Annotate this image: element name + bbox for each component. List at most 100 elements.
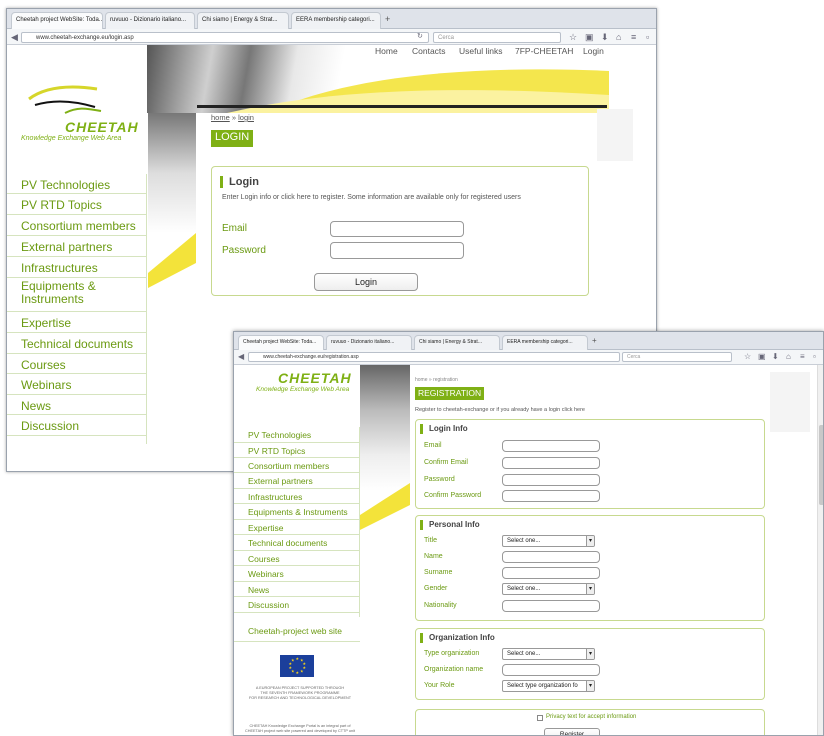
breadcrumb-current[interactable]: login — [238, 113, 254, 122]
browser-tab[interactable]: EERA membership categori... — [502, 335, 588, 350]
login-box-title: Login — [220, 176, 259, 188]
library-icon[interactable]: ▣ — [585, 32, 594, 42]
sidebar-item-pv-rtd-topics[interactable]: PV RTD Topics — [7, 194, 147, 215]
sidebar-item-pv-technologies[interactable]: PV Technologies — [7, 174, 147, 194]
gender-select[interactable]: Select one... — [502, 583, 595, 595]
topnav-contacts[interactable]: Contacts — [412, 46, 446, 56]
email-input[interactable] — [330, 221, 464, 237]
email-input[interactable] — [502, 440, 600, 452]
home-icon[interactable]: ⌂ — [616, 32, 621, 42]
back-icon[interactable]: ◀ — [11, 32, 18, 42]
new-tab-icon[interactable]: + — [385, 14, 390, 24]
confirm-email-input[interactable] — [502, 457, 600, 469]
sidebar-item-technical-documents[interactable]: Technical documents — [234, 535, 360, 551]
topnav-login[interactable]: Login — [583, 46, 604, 56]
sidebar-item-equipments[interactable]: Equipments & Instruments — [234, 504, 360, 520]
browser-tab[interactable]: ruvuuo - Dizionario italiano... — [326, 335, 412, 350]
sidebar-item-consortium-members[interactable]: Consortium members — [7, 215, 147, 236]
url-bar[interactable]: www.cheetah-exchange.eu/registration.asp — [248, 352, 620, 362]
sidebar-item-news[interactable]: News — [7, 395, 147, 415]
registration-browser-window: Cheetah project WebSite: Toda... ruvuuo … — [233, 331, 824, 736]
organization-name-label: Organization name — [424, 666, 484, 673]
sidebar-item-technical-documents[interactable]: Technical documents — [7, 333, 147, 354]
sidebar-item-expertise[interactable]: Expertise — [234, 520, 360, 535]
extension-icon[interactable]: ▫ — [813, 352, 816, 362]
sidebar-item-infrastructures[interactable]: Infrastructures — [7, 257, 147, 278]
personal-info-title: Personal Info — [420, 520, 480, 530]
password-input[interactable] — [330, 242, 464, 259]
breadcrumb-home-link[interactable]: home — [211, 113, 230, 122]
confirm-email-label: Confirm Email — [424, 459, 468, 466]
topnav-home[interactable]: Home — [375, 46, 398, 56]
browser-tab[interactable]: Cheetah project WebSite: Toda... — [238, 335, 324, 350]
privacy-checkbox[interactable] — [537, 715, 543, 721]
logo-subtitle: Knowledge Exchange Web Area — [256, 386, 350, 393]
organization-name-input[interactable] — [502, 664, 600, 676]
sidebar-item-equipments[interactable]: Equipments & Instruments — [7, 278, 147, 312]
scrollbar[interactable] — [817, 365, 823, 735]
login-info-title: Login Info — [420, 424, 468, 434]
scrollbar-thumb[interactable] — [819, 425, 823, 505]
sidebar-item-expertise[interactable]: Expertise — [7, 312, 147, 333]
gray-panel — [597, 109, 633, 161]
library-icon[interactable]: ▣ — [758, 352, 766, 362]
name-input[interactable] — [502, 551, 600, 563]
star-icon[interactable]: ☆ — [569, 32, 577, 42]
extension-icon[interactable]: ▫ — [646, 32, 649, 42]
download-icon[interactable]: ⬇ — [772, 352, 779, 362]
menu-icon[interactable]: ≡ — [800, 352, 805, 362]
breadcrumb[interactable]: home » registration — [415, 377, 458, 383]
sidebar-item-external-partners[interactable]: External partners — [7, 236, 147, 257]
sidebar-item-news[interactable]: News — [234, 582, 360, 597]
new-tab-icon[interactable]: + — [592, 336, 597, 345]
password-input[interactable] — [502, 474, 600, 486]
nationality-label: Nationality — [424, 602, 457, 609]
sidebar-item-consortium-members[interactable]: Consortium members — [234, 458, 360, 473]
search-input[interactable]: Cerca — [433, 32, 561, 43]
download-icon[interactable]: ⬇ — [601, 32, 609, 42]
type-organization-select[interactable]: Select one... — [502, 648, 595, 660]
confirm-password-input[interactable] — [502, 490, 600, 502]
sidebar-item-cheetah-project-web-site[interactable]: Cheetah-project web site — [248, 626, 342, 636]
login-info-section: Login Info Email Confirm Email Password … — [415, 419, 765, 509]
sidebar-item-external-partners[interactable]: External partners — [234, 473, 360, 489]
browser-tab[interactable]: Chi siamo | Energy & Strat... — [197, 12, 289, 29]
sidebar-item-webinars[interactable]: Webinars — [234, 566, 360, 582]
sidebar-item-pv-rtd-topics[interactable]: PV RTD Topics — [234, 443, 360, 458]
register-button[interactable]: Register — [544, 728, 600, 735]
sidebar-item-infrastructures[interactable]: Infrastructures — [234, 489, 360, 504]
sidebar-item-pv-technologies[interactable]: PV Technologies — [234, 427, 360, 443]
reload-icon[interactable]: ↻ — [417, 32, 423, 42]
privacy-section: Privacy text for accept information Regi… — [415, 709, 765, 735]
search-input[interactable]: Cerca — [622, 352, 732, 362]
browser-tab[interactable]: Chi siamo | Energy & Strat... — [414, 335, 500, 350]
confirm-password-label: Confirm Password — [424, 492, 482, 499]
gender-label: Gender — [424, 585, 448, 592]
sidebar-item-courses[interactable]: Courses — [234, 551, 360, 566]
browser-tab[interactable]: EERA membership categori... — [291, 12, 381, 29]
surname-input[interactable] — [502, 567, 600, 579]
breadcrumb-separator: » — [231, 113, 237, 122]
topnav-useful-links[interactable]: Useful links — [459, 46, 502, 56]
browser-tab[interactable]: ruvuuo - Dizionario italiano... — [105, 12, 195, 29]
page-title: REGISTRATION — [415, 387, 485, 400]
url-bar[interactable]: www.cheetah-exchange.eu/login.asp — [21, 32, 429, 43]
title-select[interactable]: Select one... — [502, 535, 595, 547]
star-icon[interactable]: ☆ — [744, 352, 751, 362]
login-button[interactable]: Login — [314, 273, 418, 291]
sidebar-item-courses[interactable]: Courses — [7, 354, 147, 374]
menu-icon[interactable]: ≡ — [631, 32, 636, 42]
your-role-select[interactable]: Select type organization fo — [502, 680, 595, 692]
sidebar-item-discussion[interactable]: Discussion — [7, 415, 147, 436]
sidebar-item-discussion[interactable]: Discussion — [234, 597, 360, 613]
browser-tab[interactable]: Cheetah project WebSite: Toda... — [11, 12, 103, 29]
organization-info-title: Organization Info — [420, 633, 495, 643]
topnav-7fp-cheetah[interactable]: 7FP-CHEETAH — [515, 46, 573, 56]
page-title: LOGIN — [211, 130, 254, 147]
gray-panel — [770, 372, 810, 432]
back-icon[interactable]: ◀ — [238, 352, 244, 362]
title-label: Title — [424, 537, 437, 544]
nationality-input[interactable] — [502, 600, 600, 612]
home-icon[interactable]: ⌂ — [786, 352, 791, 362]
sidebar-item-webinars[interactable]: Webinars — [7, 374, 147, 395]
